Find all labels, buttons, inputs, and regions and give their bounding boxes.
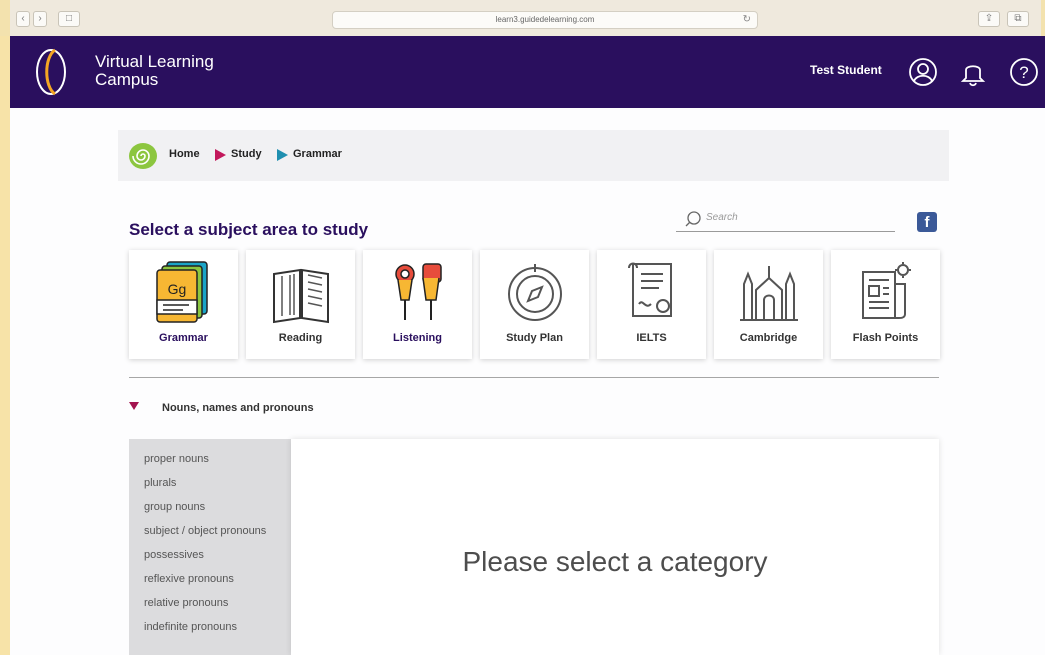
tile-label: Reading [278,332,323,344]
open-book-icon [273,268,329,324]
share-icon[interactable]: ⇪ [978,11,1000,27]
section-title[interactable]: Nouns, names and pronouns [162,402,314,414]
tile-cambridge[interactable]: Cambridge [714,250,823,359]
category-item[interactable]: proper nouns [144,453,274,466]
grammar-book-icon: Gg [156,261,208,323]
browser-toolbar: ‹ › □ learn3.guidedelearning.com ↻ ⇪ ⧉ [10,0,1041,36]
category-item[interactable]: reflexive pronouns [144,573,274,586]
brand-line-1: Virtual Learning [95,52,214,71]
svg-text:Gg: Gg [168,281,187,297]
sidebar-toggle-button[interactable]: □ [58,11,80,27]
page-title: Select a subject area to study [129,220,369,239]
facebook-icon[interactable]: f [917,212,937,232]
collapse-triangle-icon[interactable] [129,402,139,410]
category-item[interactable]: group nouns [144,501,274,514]
content-panel: Please select a category [291,439,939,655]
bell-icon[interactable] [958,57,988,87]
brand-line-2: Campus [95,70,159,89]
svg-text:?: ? [1019,63,1028,82]
forward-button[interactable]: › [33,11,47,27]
compass-icon [508,264,562,321]
help-icon[interactable]: ? [1009,57,1039,87]
category-item[interactable]: indefinite pronouns [144,621,274,634]
category-item[interactable]: plurals [144,477,274,490]
breadcrumb-study[interactable]: Study [231,148,262,160]
category-sidebar: proper nouns plurals group nouns subject… [129,439,291,655]
earphones-icon [395,263,442,320]
breadcrumb: Home Study Grammar [118,130,949,181]
divider [129,377,939,378]
tile-ielts[interactable]: IELTS [597,250,706,359]
spiral-logo-icon [129,143,157,169]
user-name[interactable]: Test Student [810,63,882,77]
user-icon[interactable] [908,57,938,87]
placeholder-message: Please select a category [462,546,768,577]
url-text: learn3.guidedelearning.com [495,15,595,24]
campus-logo-icon [36,48,66,96]
search-placeholder: Search [706,212,738,223]
breadcrumb-separator-icon [215,149,226,161]
cathedral-icon [740,266,798,321]
search-input[interactable]: Search [676,208,895,232]
breadcrumb-home[interactable]: Home [169,148,200,160]
tile-flash-points[interactable]: Flash Points [831,250,940,359]
tile-label: Cambridge [739,332,798,344]
reload-icon[interactable]: ↻ [743,12,751,28]
tile-study-plan[interactable]: Study Plan [480,250,589,359]
tile-label: Flash Points [852,332,919,344]
tile-grammar[interactable]: Gg Grammar [129,250,238,359]
tile-label: Grammar [159,332,208,344]
breadcrumb-grammar[interactable]: Grammar [293,148,342,160]
tile-label: Study Plan [506,332,563,344]
main-content: Home Study Grammar Select a subject area… [10,108,1045,655]
app-header: Virtual Learning Campus Test Student ? [10,36,1045,108]
certificate-icon [628,262,672,317]
newspaper-gear-icon [862,262,911,319]
category-item[interactable]: subject / object pronouns [144,525,274,538]
tile-listening[interactable]: Listening [363,250,472,359]
back-button[interactable]: ‹ [16,11,30,27]
address-bar[interactable]: learn3.guidedelearning.com ↻ [332,11,758,29]
tile-label: Listening [393,332,442,344]
browser-chrome: ‹ › □ learn3.guidedelearning.com ↻ ⇪ ⧉ [0,0,1045,36]
category-item[interactable]: relative pronouns [144,597,274,610]
tile-label: IELTS [636,332,667,344]
tabs-icon[interactable]: ⧉ [1007,11,1029,27]
brand-name[interactable]: Virtual Learning Campus [95,53,214,89]
category-item[interactable]: possessives [144,549,274,562]
tile-reading[interactable]: Reading [246,250,355,359]
search-icon [685,211,701,227]
breadcrumb-separator-icon [277,149,288,161]
